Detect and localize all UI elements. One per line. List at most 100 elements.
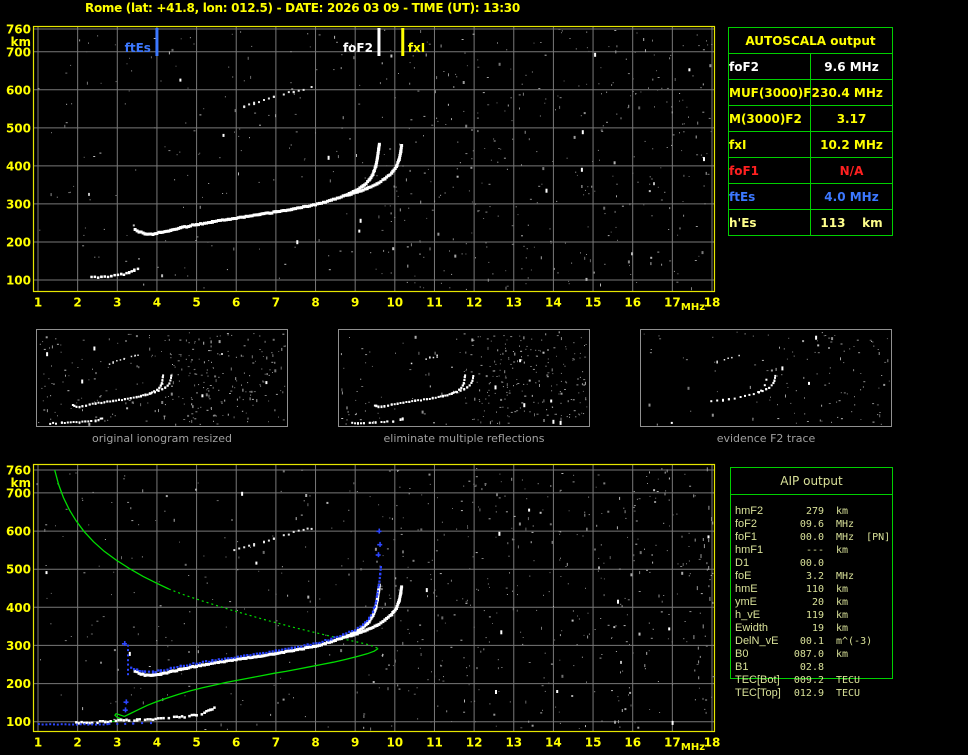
svg-text:foF2: foF2 (343, 41, 373, 55)
svg-text:200: 200 (6, 236, 31, 250)
autoscala-row: ftEs 4.0 MHz (728, 183, 893, 210)
aip-row-value: 00.0 (799, 558, 824, 569)
aip-row-label: foF1 (735, 531, 758, 543)
svg-text:17: 17 (664, 736, 681, 750)
aip-row-value: 009.2 (793, 675, 824, 686)
aip-row-label: TEC[Top] (735, 687, 781, 699)
thumbnail-multiple-reflections-removed (338, 329, 590, 427)
svg-text:200: 200 (6, 677, 31, 691)
aip-row-label: foF2 (735, 518, 758, 530)
autoscala-row: foF1 N/A (728, 157, 893, 184)
aip-row-label: B0 (735, 648, 749, 660)
svg-text:10: 10 (386, 736, 403, 750)
aip-row: foE 3.2 MHz (730, 570, 910, 583)
aip-row-value: 02.8 (799, 662, 824, 673)
svg-text:3: 3 (113, 736, 121, 750)
aip-row-value: 20 (811, 597, 824, 608)
aip-row: D1 00.0 (730, 557, 910, 570)
aip-row-unit: m^(-3) (836, 636, 873, 647)
aip-row-unit: km (836, 649, 849, 660)
autoscala-row-label: ftEs (728, 183, 811, 210)
aip-row: foF1 00.0 MHz [PN] (730, 531, 910, 544)
svg-text:13: 13 (505, 736, 522, 750)
svg-text:11: 11 (426, 296, 443, 310)
svg-text:1: 1 (34, 736, 42, 750)
aip-row-label: DelN_vE (735, 635, 779, 647)
bottom-ionogram-profile-plot: 760700600500400300200100km1 2 3 4 5 6 7 8 9 10 11 1… (6, 464, 721, 754)
autoscala-row: h'Es 113 km (728, 209, 893, 236)
svg-text:18: 18 (704, 296, 721, 310)
aip-row-value: --- (805, 545, 824, 556)
aip-row-unit: MHz (836, 519, 855, 530)
aip-row-unit: TECU (836, 688, 861, 699)
svg-text:17: 17 (664, 296, 681, 310)
autoscala-row-value: 3.17 (810, 105, 893, 132)
aip-row-value: 110 (805, 584, 824, 595)
svg-text:9: 9 (351, 296, 359, 310)
svg-text:600: 600 (6, 83, 31, 97)
aip-row-unit: km (836, 623, 849, 634)
svg-text:4: 4 (153, 736, 161, 750)
aip-row-value: 3.2 (805, 571, 824, 582)
svg-text:3: 3 (113, 296, 121, 310)
autoscala-row-value: N/A (810, 157, 893, 184)
svg-text:7: 7 (272, 736, 280, 750)
svg-text:5: 5 (192, 736, 200, 750)
aip-row: Ewidth 19 km (730, 622, 910, 635)
svg-text:400: 400 (6, 159, 31, 173)
aip-row: ymE 20 km (730, 596, 910, 609)
aip-row-label: hmF1 (735, 544, 764, 556)
svg-text:400: 400 (6, 601, 31, 615)
svg-text:12: 12 (466, 296, 483, 310)
aip-row-value: 09.6 (799, 519, 824, 530)
aip-row-unit: km (836, 597, 849, 608)
aip-row-unit: TECU (836, 675, 861, 686)
svg-text:300: 300 (6, 197, 31, 211)
autoscala-row-value: 4.0 MHz (810, 183, 893, 210)
svg-text:500: 500 (6, 121, 31, 135)
svg-text:9: 9 (351, 736, 359, 750)
thumbnail-caption: evidence F2 trace (716, 432, 816, 445)
aip-row-value: 19 (811, 623, 824, 634)
svg-text:8: 8 (311, 736, 319, 750)
autoscala-row-value: 9.6 MHz (810, 53, 893, 80)
autoscala-output-title: AUTOSCALA output (728, 27, 893, 54)
aip-row: foF2 09.6 MHz (730, 518, 910, 531)
svg-text:16: 16 (624, 736, 641, 750)
autoscala-row: fxI 10.2 MHz (728, 131, 893, 158)
aip-row-unit: km (836, 584, 849, 595)
thumbnail-caption: eliminate multiple reflections (383, 432, 545, 445)
svg-text:600: 600 (6, 525, 31, 539)
thumbnail-caption: original ionogram resized (92, 432, 232, 445)
svg-text:18: 18 (704, 736, 721, 750)
svg-text:MHz: MHz (681, 302, 705, 313)
autoscala-row-value: 113 km (810, 209, 893, 236)
autoscala-row-label: h'Es (728, 209, 811, 236)
svg-text:14: 14 (545, 736, 562, 750)
svg-text:fxI: fxI (408, 41, 425, 55)
aip-row-value: 00.0 (799, 532, 824, 543)
aip-row-unit: km (836, 610, 849, 621)
aip-row: hmF1 --- km (730, 544, 910, 557)
svg-text:MHz: MHz (681, 742, 705, 753)
aip-row-value: 087.0 (793, 649, 824, 660)
aip-row: DelN_vE 00.1 m^(-3) (730, 635, 910, 648)
aip-row: TEC[Top] 012.9 TECU (730, 687, 910, 700)
station-title: Rome (lat: +41.8, lon: 012.5) - DATE: 20… (85, 1, 520, 15)
svg-text:500: 500 (6, 563, 31, 577)
svg-text:11: 11 (426, 736, 443, 750)
autoscala-output-table: AUTOSCALA output foF2 9.6 MHz MUF(3000)F2 30… (728, 27, 893, 236)
aip-row: B0 087.0 km (730, 648, 910, 661)
svg-text:12: 12 (466, 736, 483, 750)
svg-text:6: 6 (232, 736, 240, 750)
aip-row: hmE 110 km (730, 583, 910, 596)
aip-row-label: Ewidth (735, 622, 769, 634)
svg-text:8: 8 (311, 296, 319, 310)
aip-row: hmF2 279 km (730, 505, 910, 518)
aip-output-rows: hmF2 279 km foF2 09.6 MHz foF1 00.0 MHz [PN] hmF1… (730, 505, 910, 700)
aip-row-value: 012.9 (793, 688, 824, 699)
svg-text:14: 14 (545, 296, 562, 310)
svg-text:16: 16 (624, 296, 641, 310)
svg-text:300: 300 (6, 639, 31, 653)
aip-row-label: hmF2 (735, 505, 764, 517)
